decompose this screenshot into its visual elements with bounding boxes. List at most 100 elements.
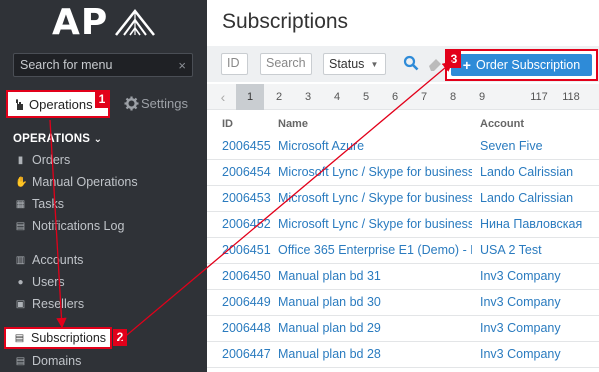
accounts-icon: ▥ — [15, 254, 26, 266]
logo-text: AP — [52, 2, 109, 43]
section-header-label: OPERATIONS — [13, 133, 91, 145]
page-button[interactable]: 8 — [439, 84, 467, 110]
tab-operations-label: Operations — [29, 96, 93, 112]
tab-settings[interactable]: Settings — [124, 96, 188, 111]
page-button[interactable]: 1 — [236, 84, 264, 110]
row-account-link[interactable]: USA 2 Test — [480, 243, 598, 257]
hand-pointer-icon — [16, 99, 23, 110]
page-button[interactable]: 9 — [468, 84, 496, 110]
row-id-link[interactable]: 2006451 — [222, 243, 277, 257]
sidebar-item-label: Tasks — [32, 197, 64, 211]
sidebar-item-orders[interactable]: ▮ Orders — [15, 153, 70, 167]
id-filter-input[interactable]: ID — [221, 53, 248, 75]
sidebar-item-users[interactable]: ● Users — [15, 275, 65, 289]
order-subscription-label: Order Subscription — [475, 58, 581, 72]
row-name-link[interactable]: Manual plan bd 28 — [278, 347, 472, 361]
sidebar-item-accounts[interactable]: ▥ Accounts — [15, 253, 84, 267]
column-header-name[interactable]: Name — [278, 118, 472, 130]
logo[interactable]: AP — [52, 2, 156, 43]
row-name-link[interactable]: Manual plan bd 29 — [278, 321, 472, 335]
hand-icon: ✋ — [15, 176, 28, 188]
sidebar-item-label: Users — [32, 275, 65, 289]
row-name-link[interactable]: Microsoft Lync / Skype for business — [278, 165, 472, 179]
clear-search-icon[interactable]: × — [178, 58, 186, 73]
annotation-step-1: 1 — [95, 91, 109, 108]
sidebar-item-resellers[interactable]: ▣ Resellers — [15, 297, 84, 311]
row-account-link[interactable]: Inv3 Company — [480, 321, 598, 335]
row-account-link[interactable]: Lando Calrissian — [480, 165, 598, 179]
log-icon: ▤ — [15, 220, 26, 232]
page-button[interactable]: 5 — [352, 84, 380, 110]
logo-mark-icon — [115, 8, 156, 36]
search-filter-input[interactable]: Search — [260, 53, 312, 75]
sidebar-item-label: Orders — [32, 153, 71, 167]
sidebar-item-label: Resellers — [32, 297, 85, 311]
calendar-icon: ▦ — [15, 198, 26, 210]
clear-filter-icon[interactable] — [427, 56, 443, 72]
page-button[interactable]: 117 — [525, 84, 553, 110]
tab-settings-label: Settings — [141, 96, 188, 111]
row-account-link[interactable]: Нина Павловская — [480, 217, 598, 231]
sidebar-item-manual-operations[interactable]: ✋ Manual Operations — [15, 175, 138, 189]
users-icon: ● — [17, 276, 24, 288]
sidebar-item-label: Subscriptions — [31, 331, 107, 345]
row-name-link[interactable]: Microsoft Lync / Skype for business — [278, 217, 472, 231]
sidebar-item-domains[interactable]: ▤ Domains — [15, 354, 82, 368]
main-content: Subscriptions ID Search Status ▼ + Order… — [207, 0, 599, 372]
column-header-account[interactable]: Account — [480, 118, 598, 130]
row-name-link[interactable]: Office 365 Enterprise E1 (Demo) - Fi — [278, 243, 472, 257]
domains-icon: ▤ — [15, 355, 26, 367]
row-id-link[interactable]: 2006450 — [222, 269, 277, 283]
sidebar-item-label: Accounts — [32, 253, 84, 267]
page-button[interactable]: 3 — [294, 84, 322, 110]
cart-icon: ▮ — [17, 154, 24, 166]
row-account-link[interactable]: Seven Five — [480, 139, 598, 153]
menu-search-input[interactable]: Search for menu × — [13, 53, 193, 77]
order-subscription-highlight: + Order Subscription — [445, 49, 598, 81]
row-name-link[interactable]: Manual plan bd 31 — [278, 269, 472, 283]
sidebar: AP Search for menu × Operations Settings… — [0, 0, 207, 372]
row-id-link[interactable]: 2006453 — [222, 191, 277, 205]
row-id-link[interactable]: 2006449 — [222, 295, 277, 309]
caret-down-icon: ▼ — [370, 59, 379, 69]
chevron-down-icon: ⌄ — [93, 134, 103, 145]
page-button[interactable]: 2 — [265, 84, 293, 110]
sidebar-item-notifications-log[interactable]: ▤ Notifications Log — [15, 219, 125, 233]
subscriptions-icon: ▤ — [14, 332, 25, 344]
filter-toolbar: ID Search Status ▼ + Order Subscription … — [207, 46, 599, 82]
plus-icon: + — [462, 57, 471, 73]
annotation-step-2: 2 — [113, 329, 127, 346]
section-header-operations[interactable]: OPERATIONS ⌄ — [13, 133, 102, 145]
row-id-link[interactable]: 2006452 — [222, 217, 277, 231]
row-account-link[interactable]: Inv3 Company — [480, 269, 598, 283]
sidebar-item-tasks[interactable]: ▦ Tasks — [15, 197, 64, 211]
sidebar-item-label: Domains — [32, 354, 82, 368]
row-id-link[interactable]: 2006454 — [222, 165, 277, 179]
row-account-link[interactable]: Lando Calrissian — [480, 191, 598, 205]
status-select[interactable]: Status ▼ — [323, 53, 386, 75]
order-subscription-button[interactable]: + Order Subscription — [451, 54, 592, 76]
table-row: 2006450 Manual plan bd 31 Inv3 Company — [207, 264, 599, 290]
sidebar-item-label: Notifications Log — [32, 219, 125, 233]
page-button[interactable]: 7 — [410, 84, 438, 110]
search-icon[interactable] — [403, 55, 419, 71]
page-button[interactable]: 4 — [323, 84, 351, 110]
row-id-link[interactable]: 2006448 — [222, 321, 277, 335]
gear-icon — [124, 96, 139, 111]
page-button[interactable]: 6 — [381, 84, 409, 110]
table-row: 2006447 Manual plan bd 28 Inv3 Company — [207, 342, 599, 368]
sidebar-item-subscriptions[interactable]: ▤ Subscriptions — [4, 327, 112, 349]
row-account-link[interactable]: Inv3 Company — [480, 295, 598, 309]
table-row: 2006449 Manual plan bd 30 Inv3 Company — [207, 290, 599, 316]
row-name-link[interactable]: Microsoft Lync / Skype for business — [278, 191, 472, 205]
row-name-link[interactable]: Manual plan bd 30 — [278, 295, 472, 309]
column-header-id[interactable]: ID — [222, 118, 277, 130]
table-row: 2006452 Microsoft Lync / Skype for busin… — [207, 212, 599, 238]
row-name-link[interactable]: Microsoft Azure — [278, 139, 472, 153]
row-id-link[interactable]: 2006447 — [222, 347, 277, 361]
row-account-link[interactable]: Inv3 Company — [480, 347, 598, 361]
row-id-link[interactable]: 2006455 — [222, 139, 277, 153]
page-button[interactable]: 118 — [557, 84, 585, 110]
prev-page-button[interactable]: ‹ — [213, 84, 233, 110]
table-row: 2006454 Microsoft Lync / Skype for busin… — [207, 160, 599, 186]
